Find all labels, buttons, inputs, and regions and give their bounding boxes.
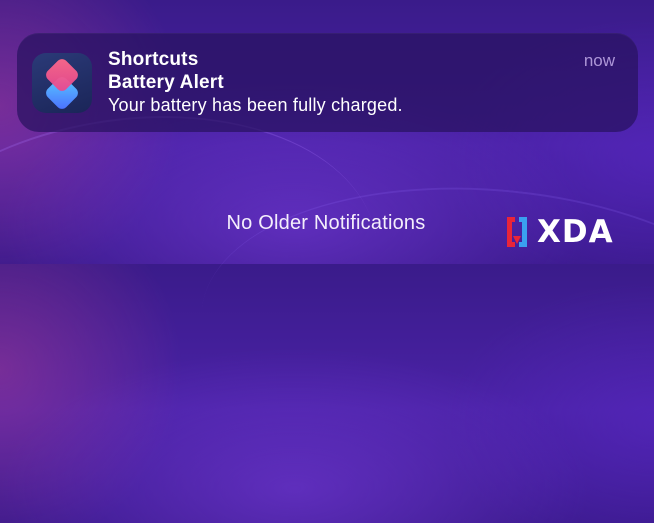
notification-timestamp: now [583,51,615,70]
xda-watermark-text: XDA [537,214,614,250]
notification-card[interactable]: Shortcuts Battery Alert Your battery has… [17,33,638,132]
xda-watermark: XDA [503,212,614,252]
shortcuts-icon [32,53,92,113]
app-name: Shortcuts [108,49,199,70]
notification-body: Your battery has been fully charged. [108,95,403,115]
notification-title: Battery Alert [108,72,224,93]
xda-bracket-logo-icon [507,217,527,247]
